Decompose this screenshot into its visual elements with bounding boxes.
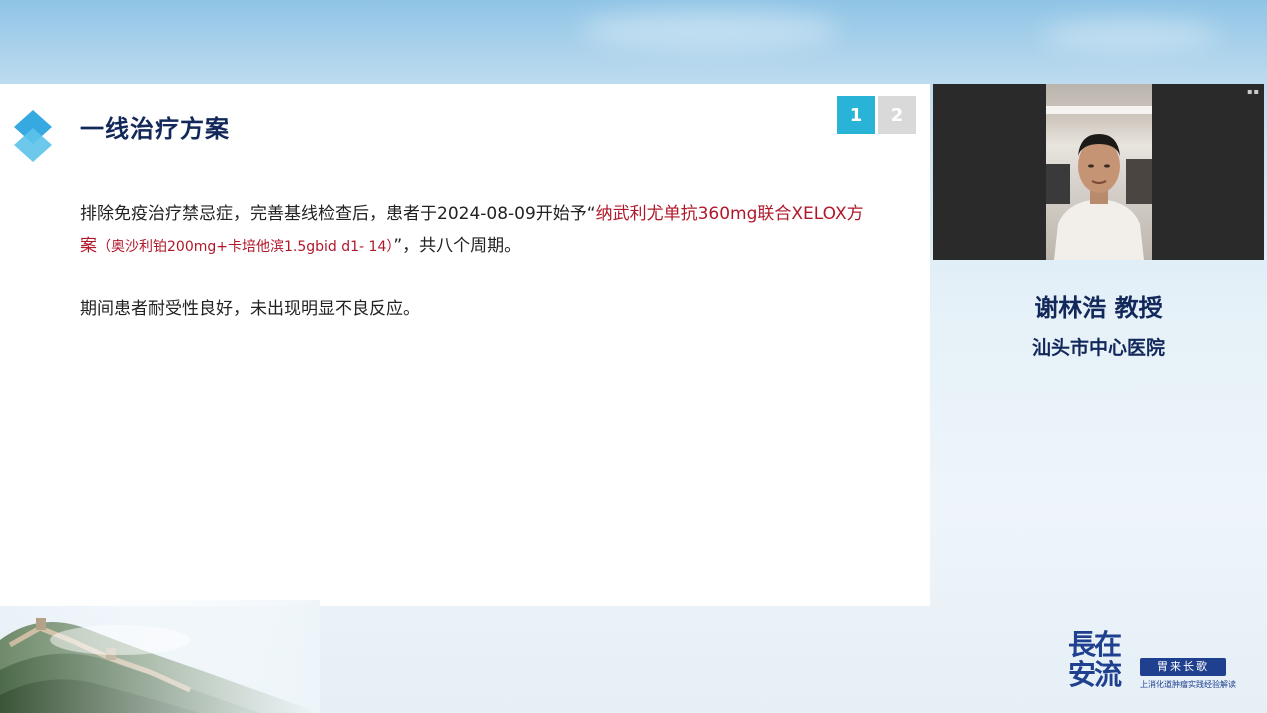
slide-panel: 一线治疗方案 1 2 排除免疫治疗禁忌症，完善基线检查后，患者于2024-08-… [0, 84, 930, 606]
paragraph-2: 期间患者耐受性良好，未出现明显不良反应。 [80, 299, 420, 319]
cloud [580, 10, 840, 50]
brand-main-text: 長在安流 [1068, 628, 1122, 691]
cloud [1040, 20, 1220, 50]
page-tab-2[interactable]: 2 [878, 96, 916, 134]
speaker-silhouette-icon [1046, 106, 1152, 260]
diamond-logo-icon [14, 110, 52, 162]
slide-title: 一线治疗方案 [80, 115, 230, 143]
brand-tagline: 胃来长歌 [1140, 658, 1226, 676]
brand-subtitle: 上消化道肿瘤实践经验解读 [1140, 680, 1236, 689]
speaker-video: ▪▪ [933, 84, 1264, 260]
paragraph-1: 排除免疫治疗禁忌症，完善基线检查后，患者于2024-08-09开始予“纳武利尤单… [80, 198, 880, 263]
page-tab-1[interactable]: 1 [837, 96, 875, 134]
speaker-name: 谢林浩 教授 [1034, 294, 1163, 322]
video-feed [1046, 84, 1152, 260]
page-tabs: 1 2 [837, 96, 916, 134]
video-menu-icon[interactable]: ▪▪ [1247, 87, 1260, 96]
great-wall-illustration [0, 600, 320, 713]
paragraph-1-end: ”，共八个周期。 [393, 236, 522, 256]
brand-logo: 長在安流 胃来长歌 上消化道肿瘤实践经验解读 [1068, 630, 1258, 705]
speaker-hospital: 汕头市中心医院 [1031, 337, 1165, 359]
regimen-detail: （奥沙利铂200mg+卡培他滨1.5gbid d1- 14） [97, 239, 394, 255]
paragraph-1-text: 排除免疫治疗禁忌症，完善基线检查后，患者于2024-08-09开始予“ [80, 204, 596, 224]
